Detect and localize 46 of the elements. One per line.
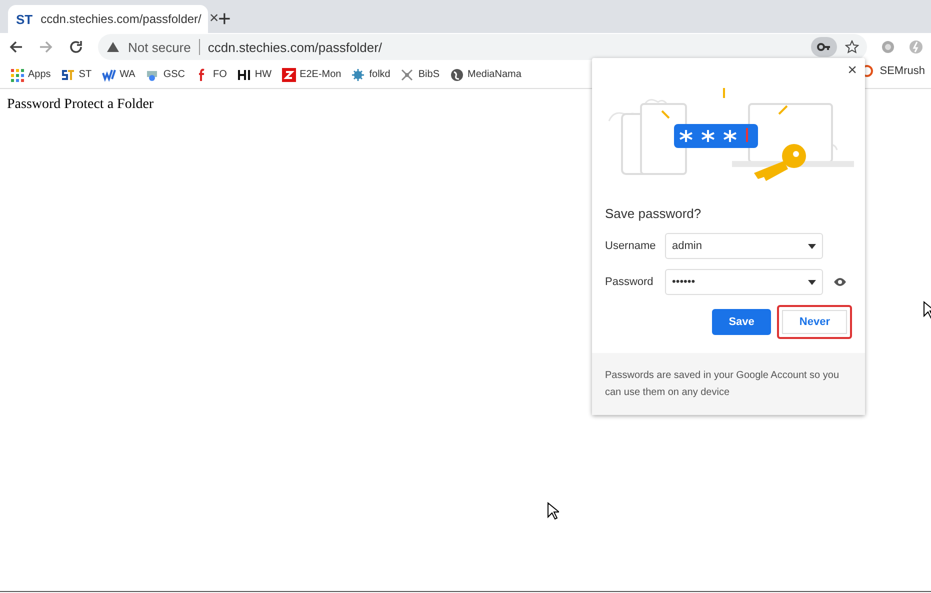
field-label: Username — [605, 240, 657, 252]
warning-icon — [106, 40, 120, 54]
address-bar[interactable]: Not secure ccdn.stechies.com/passfolder/ — [98, 34, 867, 60]
new-tab-button[interactable]: + — [218, 6, 231, 32]
never-button[interactable]: Never — [777, 305, 852, 339]
footer-note: Passwords are saved in your Google Account so you can use them on any device — [592, 353, 865, 415]
url-text: ccdn.stechies.com/passfolder/ — [208, 40, 382, 54]
field-label: Password — [605, 276, 654, 288]
tab-favicon: ST — [16, 12, 33, 26]
st-logo-icon — [60, 68, 75, 82]
bookmark-link[interactable]: folkd — [369, 69, 390, 80]
reload-icon[interactable] — [68, 39, 84, 55]
bookmark-link[interactable]: E2E-Mon — [300, 69, 342, 80]
key-button[interactable] — [811, 37, 837, 57]
wave-logo-icon — [102, 68, 116, 82]
globe-icon — [450, 68, 464, 82]
caret-icon — [808, 244, 816, 248]
star-icon[interactable] — [845, 40, 859, 54]
dropdown-field[interactable]: •••••• — [665, 269, 823, 295]
save-button[interactable]: Save — [712, 309, 772, 335]
tab-title: ccdn.stechies.com/passfolder/ — [40, 12, 202, 26]
dialog-title: Save password? — [605, 206, 702, 221]
security-label: Not secure — [128, 40, 191, 54]
bookmark-link[interactable]: FO — [213, 69, 227, 80]
bookmark-link[interactable]: GSC — [163, 69, 185, 80]
bookmark-link[interactable]: Apps — [28, 69, 51, 80]
page-heading: Password Protect a Folder — [6, 96, 155, 114]
bookmark-link[interactable]: SEMrush — [880, 65, 925, 77]
tab-close-button[interactable]: × — [209, 10, 219, 28]
caret-icon — [808, 280, 816, 284]
z-logo-icon — [282, 68, 296, 82]
back-icon[interactable] — [8, 39, 24, 55]
bookmark-link[interactable]: WA — [120, 69, 136, 80]
dropdown-field[interactable]: admin — [665, 233, 823, 259]
h-logo-icon — [236, 68, 251, 82]
cursor-icon — [547, 502, 559, 520]
bookmark-link[interactable]: HW — [254, 69, 272, 80]
key-icon — [817, 43, 831, 51]
eye-icon[interactable] — [833, 277, 847, 287]
gear-icon — [351, 68, 366, 82]
network-icon — [400, 68, 414, 82]
bookmark-link[interactable]: ST — [78, 69, 92, 80]
close-button[interactable]: × — [848, 62, 857, 80]
apps-grid-icon — [10, 68, 24, 82]
bookmark-link[interactable]: MediaNama — [468, 69, 522, 80]
bookmark-link[interactable]: BibS — [418, 69, 440, 80]
